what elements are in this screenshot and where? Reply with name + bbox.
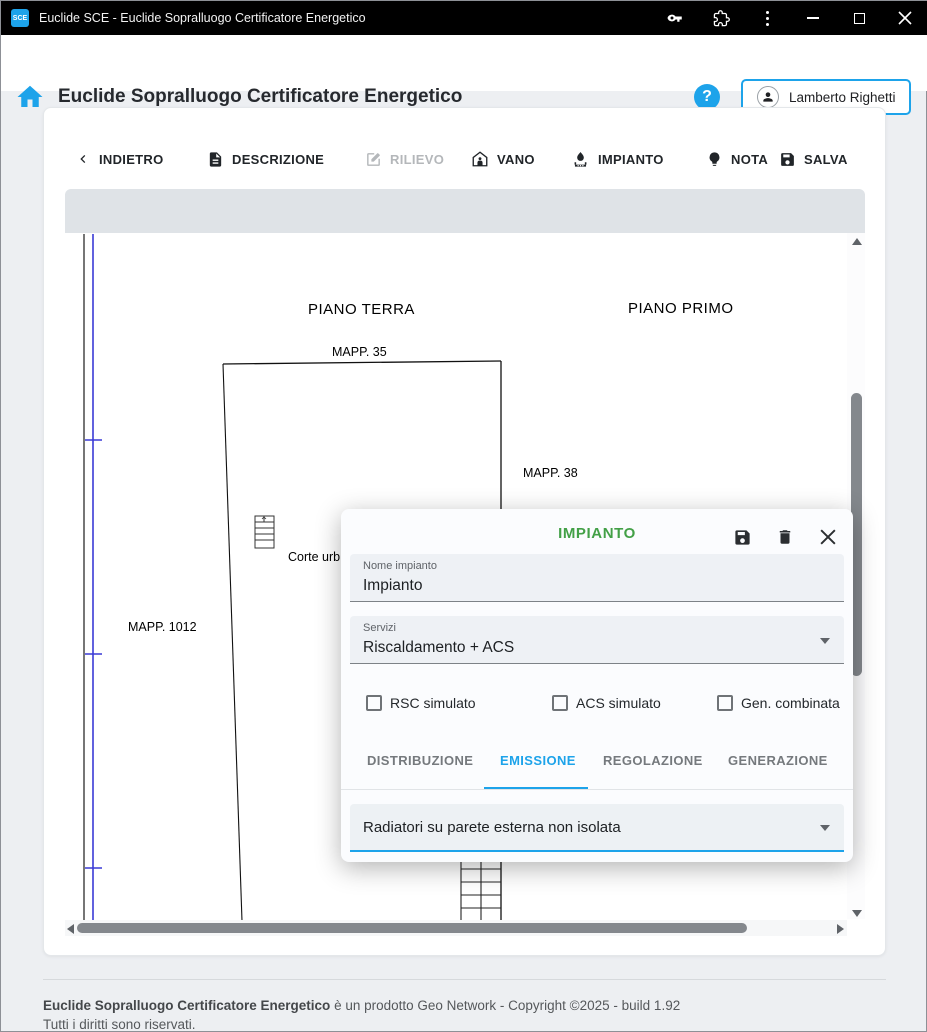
scroll-left-icon[interactable] <box>67 924 74 934</box>
checkbox-rsc-simulato[interactable]: RSC simulato <box>366 695 476 711</box>
horizontal-scrollbar-thumb[interactable] <box>77 923 747 933</box>
password-key-icon[interactable] <box>652 1 698 35</box>
plan-label-mapp-1012: MAPP. 1012 <box>128 620 197 634</box>
user-name: Lamberto Righetti <box>789 90 896 105</box>
plan-label-piano-terra: PIANO TERRA <box>308 301 415 318</box>
save-icon <box>779 151 796 168</box>
minimize-button[interactable] <box>790 1 836 35</box>
checkbox-box <box>717 695 733 711</box>
chevron-left-icon <box>75 151 91 167</box>
chevron-down-icon <box>820 825 830 831</box>
extensions-puzzle-icon[interactable] <box>698 1 744 35</box>
vano-button[interactable]: VANO <box>471 146 535 172</box>
dialog-delete-icon[interactable] <box>774 526 796 548</box>
plan-label-mapp-35: MAPP. 35 <box>332 345 387 359</box>
home-icon[interactable] <box>15 82 45 117</box>
chevron-down-icon <box>820 638 830 644</box>
plan-label-corte-urbana: Corte urb <box>288 550 340 564</box>
dialog-close-icon[interactable] <box>817 526 839 548</box>
descrizione-button[interactable]: DESCRIZIONE <box>207 146 324 172</box>
servizi-value: Riscaldamento + ACS <box>363 639 514 657</box>
plan-label-piano-primo: PIANO PRIMO <box>628 300 734 317</box>
footer-copyright: Euclide Sopralluogo Certificatore Energe… <box>43 998 680 1013</box>
nome-impianto-value: Impianto <box>363 577 422 595</box>
room-person-icon <box>471 150 489 168</box>
checkbox-box <box>366 695 382 711</box>
impianto-button[interactable]: IMPIANTO <box>571 146 664 172</box>
scroll-down-icon[interactable] <box>852 910 862 917</box>
nome-impianto-field[interactable]: Nome impianto Impianto <box>350 554 844 602</box>
lightbulb-icon <box>706 151 723 168</box>
nota-button[interactable]: NOTA <box>706 146 768 172</box>
menu-kebab-icon[interactable] <box>744 1 790 35</box>
app-header: Euclide Sopralluogo Certificatore Energe… <box>1 35 927 91</box>
tab-emissione[interactable]: EMISSIONE <box>500 753 576 768</box>
footer-divider <box>43 979 886 980</box>
dialog-save-icon[interactable] <box>731 526 753 548</box>
maximize-button[interactable] <box>836 1 882 35</box>
window-titlebar: SCE Euclide SCE - Euclide Sopralluogo Ce… <box>1 1 927 35</box>
salva-button[interactable]: SALVA <box>779 146 848 172</box>
rilievo-button[interactable]: RILIEVO <box>365 146 444 172</box>
emissione-select[interactable]: Radiatori su parete esterna non isolata <box>350 804 844 852</box>
app-logo: SCE <box>11 9 29 27</box>
checkbox-gen-combinata[interactable]: Gen. combinata <box>717 695 840 711</box>
edit-icon <box>365 151 382 168</box>
tab-regolazione[interactable]: REGOLAZIONE <box>603 753 703 768</box>
close-window-button[interactable] <box>882 1 927 35</box>
boiler-flame-icon <box>571 150 590 169</box>
scroll-right-icon[interactable] <box>837 924 844 934</box>
scroll-up-icon[interactable] <box>852 238 862 245</box>
servizi-select[interactable]: Servizi Riscaldamento + ACS <box>350 616 844 664</box>
tabs-divider <box>341 789 853 790</box>
nome-impianto-label: Nome impianto <box>363 560 437 572</box>
servizi-label: Servizi <box>363 622 396 634</box>
tab-distribuzione[interactable]: DISTRIBUZIONE <box>367 753 473 768</box>
checkbox-acs-simulato[interactable]: ACS simulato <box>552 695 661 711</box>
plan-label-mapp-38: MAPP. 38 <box>523 466 578 480</box>
window-title: Euclide SCE - Euclide Sopralluogo Certif… <box>39 11 366 25</box>
back-button[interactable]: INDIETRO <box>75 146 164 172</box>
emissione-select-value: Radiatori su parete esterna non isolata <box>363 819 621 836</box>
page-title: Euclide Sopralluogo Certificatore Energe… <box>58 86 462 108</box>
document-icon <box>207 151 224 168</box>
impianto-dialog: IMPIANTO Nome impianto Impianto Servizi … <box>341 509 853 862</box>
tab-generazione[interactable]: GENERAZIONE <box>728 753 828 768</box>
person-icon <box>757 86 779 108</box>
footer-rights: Tutti i diritti sono riservati. <box>43 1017 196 1032</box>
checkbox-box <box>552 695 568 711</box>
